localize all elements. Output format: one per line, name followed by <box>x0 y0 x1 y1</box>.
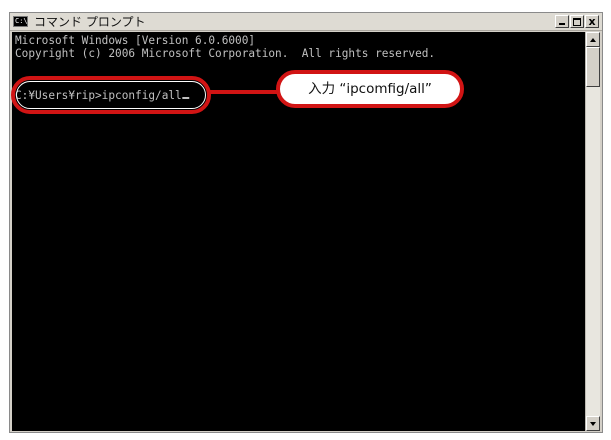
maximize-button[interactable] <box>570 15 584 28</box>
callout-connector <box>210 90 278 94</box>
console-line: Copyright (c) 2006 Microsoft Corporation… <box>15 47 436 60</box>
input-callout: 入力 “ipcomfig/all” <box>276 70 464 108</box>
scroll-up-button[interactable] <box>586 32 600 47</box>
scroll-down-button[interactable] <box>586 416 600 431</box>
console-line: Microsoft Windows [Version 6.0.6000] <box>15 34 256 47</box>
highlight-oval <box>11 76 211 114</box>
close-button[interactable]: x <box>585 15 599 28</box>
title-bar[interactable]: C:\ コマンド プロンプト x <box>10 13 602 31</box>
minimize-button[interactable] <box>555 15 569 28</box>
window-controls: x <box>555 15 599 29</box>
console-icon[interactable]: C:\ <box>13 16 28 27</box>
scroll-thumb[interactable] <box>586 47 600 87</box>
window-title: コマンド プロンプト <box>34 15 146 29</box>
vertical-scrollbar[interactable] <box>585 32 600 431</box>
